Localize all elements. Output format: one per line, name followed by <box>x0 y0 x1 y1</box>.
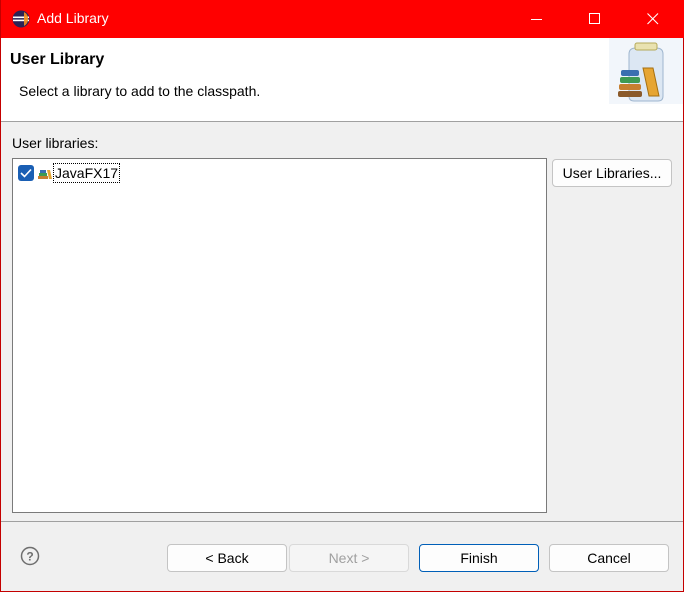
library-checkbox[interactable] <box>18 165 34 181</box>
library-name: JavaFX17 <box>52 163 121 183</box>
maximize-button[interactable] <box>567 0 625 38</box>
user-libraries-list[interactable]: JavaFX17 <box>12 158 547 513</box>
close-button[interactable] <box>625 0 683 38</box>
next-button[interactable]: Next > <box>289 544 409 572</box>
wizard-banner: User Library Select a library to add to … <box>1 38 683 122</box>
eclipse-icon <box>12 10 30 28</box>
checkmark-icon <box>20 168 32 178</box>
cancel-button[interactable]: Cancel <box>549 544 669 572</box>
minimize-button[interactable] <box>509 0 567 38</box>
minimize-icon <box>531 19 542 20</box>
page-title: User Library <box>10 51 105 68</box>
add-library-dialog: Add Library User Library Select a librar… <box>0 0 684 592</box>
back-button[interactable]: < Back <box>167 544 287 572</box>
page-description: Select a library to add to the classpath… <box>19 83 261 99</box>
library-icon <box>38 170 52 179</box>
window-title: Add Library <box>37 10 109 26</box>
footer-divider <box>1 521 683 522</box>
user-libraries-button[interactable]: User Libraries... <box>552 159 672 187</box>
user-libraries-label: User libraries: <box>12 135 99 151</box>
close-icon <box>647 13 659 25</box>
title-bar[interactable]: Add Library <box>1 0 684 38</box>
library-jar-icon <box>609 38 683 104</box>
list-item[interactable]: JavaFX17 <box>18 163 318 184</box>
svg-text:?: ? <box>26 550 33 564</box>
help-icon[interactable]: ? <box>20 546 40 566</box>
finish-button[interactable]: Finish <box>419 544 539 572</box>
maximize-icon <box>589 13 600 24</box>
